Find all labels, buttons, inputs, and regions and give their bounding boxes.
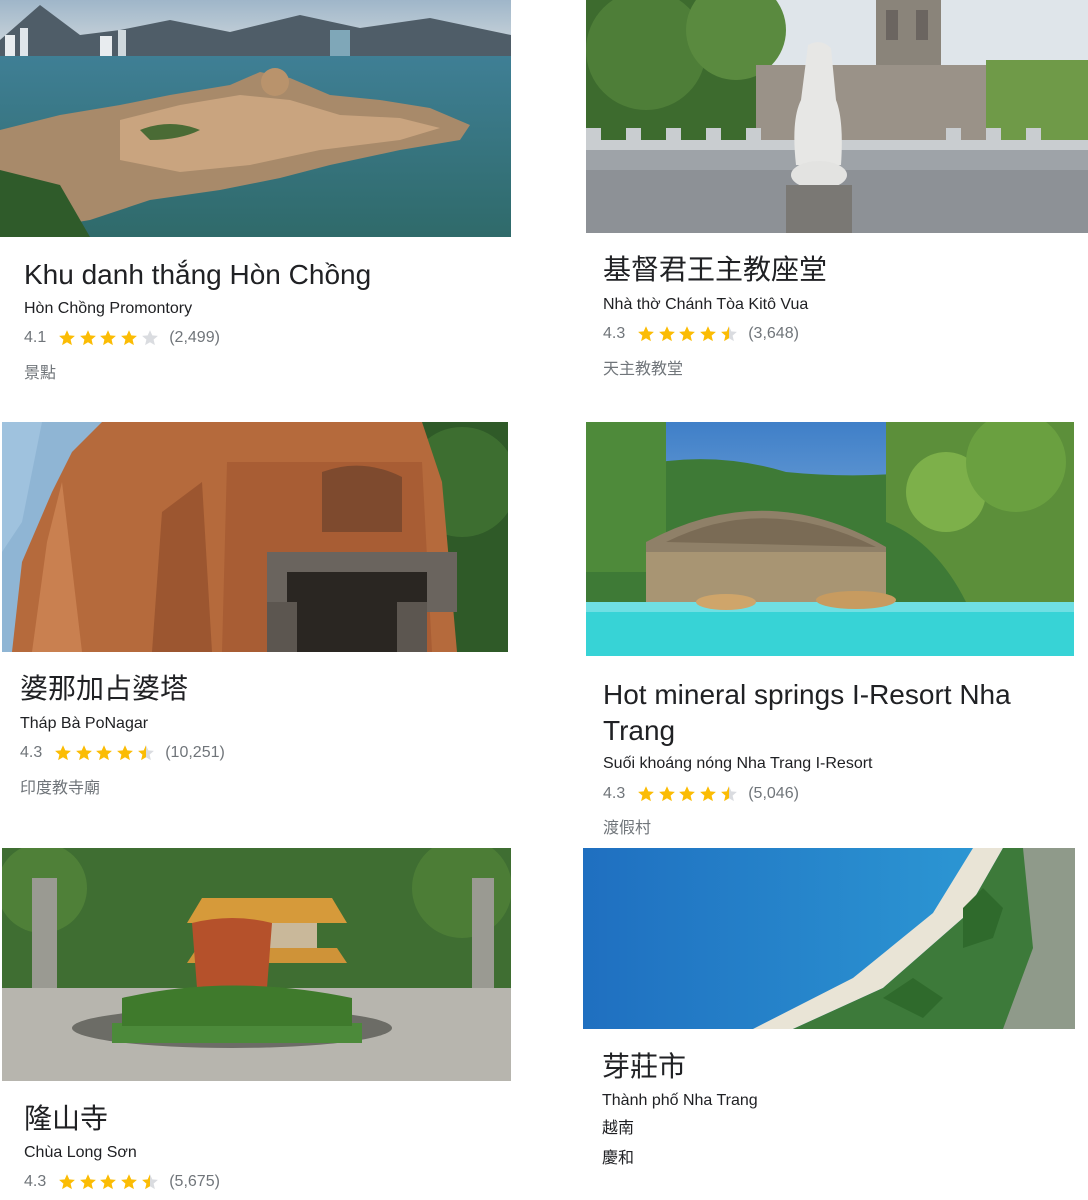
rating-value: 4.3 [603,785,626,802]
places-results-grid: Khu danh thắng Hòn Chồng Hòn Chồng Promo… [0,0,1088,1200]
place-title[interactable]: 基督君王主教座堂 [603,251,827,288]
place-category: 印度教寺廟 [20,780,101,797]
brick-tower-photo[interactable] [2,422,508,652]
rocky-promontory-photo[interactable] [0,0,511,237]
place-card-long-son[interactable]: 隆山寺 Chùa Long Sơn 4.3 (5,675) [0,846,512,1200]
star-filled-icon [117,745,133,761]
rating-row: 4.1 (2,499) [24,327,220,349]
rating-value: 4.3 [24,1173,47,1190]
star-filled-icon [638,326,655,342]
star-filled-icon [638,786,655,802]
review-count[interactable]: (10,251) [165,744,225,762]
rating-row: 4.3 (10,251) [20,742,225,764]
place-card-cathedral[interactable]: 基督君王主教座堂 Nhà thờ Chánh Tòa Kitô Vua 4.3 … [584,0,1088,400]
star-rating [637,785,740,803]
place-title-line1[interactable]: Hot mineral springs I-Resort Nha [603,676,1011,713]
review-count[interactable]: (2,499) [169,329,220,347]
rating-value: 4.1 [24,329,47,346]
place-card-hot-springs[interactable]: Hot mineral springs I-Resort Nha Trang S… [584,420,1088,840]
place-card-hon-chong[interactable]: Khu danh thắng Hòn Chồng Hòn Chồng Promo… [0,0,512,400]
review-count[interactable]: (3,648) [748,325,799,343]
place-category: 天主教教堂 [603,361,684,378]
place-subtitle: Thành phố Nha Trang [602,1092,758,1109]
place-title[interactable]: 婆那加占婆塔 [20,670,188,707]
rating-row: 4.3 (5,046) [603,783,799,805]
star-filled-icon [658,786,675,802]
star-rating [54,744,157,762]
star-half-icon [137,745,154,761]
star-half-icon [720,326,737,342]
star-filled-icon [59,330,76,346]
star-filled-icon [55,745,72,761]
star-half-icon [720,786,737,802]
star-filled-icon [700,786,716,802]
place-category: 渡假村 [603,820,652,837]
cathedral-statue-photo[interactable] [586,0,1088,233]
star-filled-icon [79,330,96,346]
place-title[interactable]: Khu danh thắng Hòn Chồng [24,256,371,293]
hot-spring-pool-photo[interactable] [586,422,1074,656]
country-label: 越南 [602,1120,635,1137]
star-half-icon [141,1174,158,1190]
province-label: 慶和 [602,1150,635,1167]
star-empty-icon [141,330,158,346]
star-filled-icon [679,326,696,342]
star-filled-icon [121,330,137,346]
review-count[interactable]: (5,675) [169,1173,220,1191]
place-category: 景點 [24,365,57,382]
place-subtitle: Suối khoáng nóng Nha Trang I-Resort [603,755,873,772]
place-card-po-nagar[interactable]: 婆那加占婆塔 Tháp Bà PoNagar 4.3 (10,251) 印度教寺… [0,420,512,820]
place-title[interactable]: 芽莊市 [602,1048,686,1085]
rating-value: 4.3 [603,325,626,342]
star-filled-icon [658,326,675,342]
place-subtitle: Hòn Chồng Promontory [24,300,193,317]
review-count[interactable]: (5,046) [748,785,799,803]
star-filled-icon [59,1174,76,1190]
star-filled-icon [79,1174,96,1190]
star-rating [58,329,161,347]
pagoda-courtyard-photo[interactable] [2,848,511,1081]
rating-row: 4.3 (5,675) [24,1171,220,1193]
star-filled-icon [100,330,117,346]
star-rating [637,325,740,343]
star-filled-icon [121,1174,137,1190]
star-filled-icon [700,326,716,342]
place-subtitle: Chùa Long Sơn [24,1144,137,1161]
place-title[interactable]: 隆山寺 [24,1100,108,1137]
rating-row: 4.3 (3,648) [603,323,799,345]
star-filled-icon [100,1174,117,1190]
star-filled-icon [96,745,113,761]
place-subtitle: Nhà thờ Chánh Tòa Kitô Vua [603,296,809,313]
star-filled-icon [75,745,92,761]
star-filled-icon [679,786,696,802]
place-subtitle: Tháp Bà PoNagar [20,715,149,732]
rating-value: 4.3 [20,744,43,761]
place-title-line2[interactable]: Trang [603,712,675,749]
place-card-nha-trang[interactable]: 芽莊市 Thành phố Nha Trang 越南 慶和 [582,846,1088,1200]
coastline-beach-photo[interactable] [583,848,1075,1029]
star-rating [58,1173,161,1191]
